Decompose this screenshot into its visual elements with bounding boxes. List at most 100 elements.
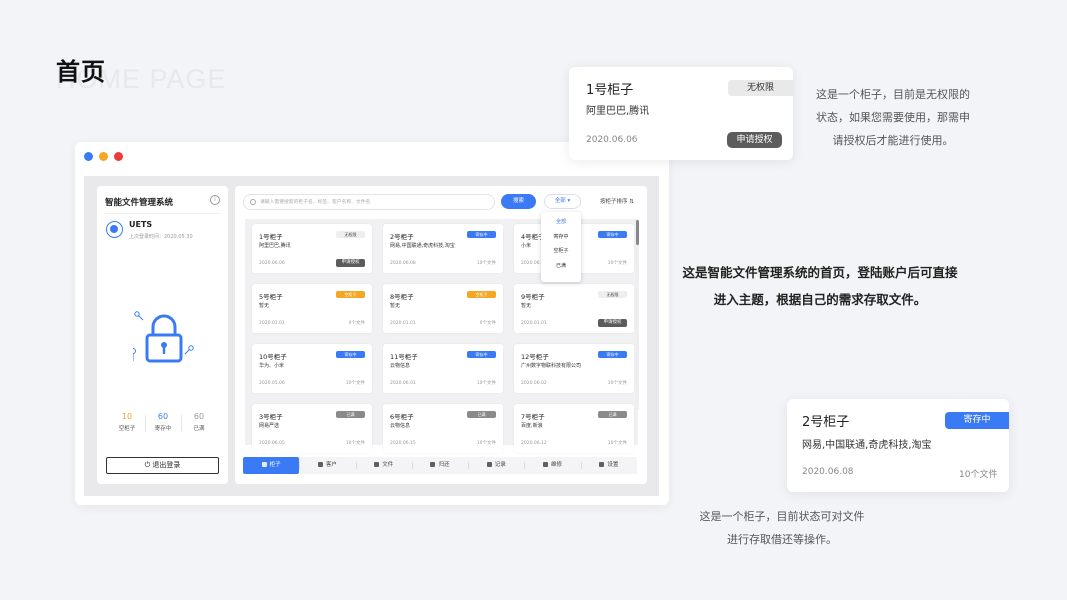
filter-option[interactable]: 全部 bbox=[541, 215, 581, 230]
search-button[interactable]: 搜索 bbox=[501, 194, 536, 209]
cabinet-name: 7号柜子 bbox=[521, 413, 545, 421]
cabinet-card[interactable]: 9号柜子 无权限 暂无 2020.01.01 申请授权 bbox=[514, 284, 634, 333]
gear-icon bbox=[599, 461, 605, 467]
status-badge: 寄存中 bbox=[467, 351, 496, 358]
request-access-button[interactable]: 申请授权 bbox=[598, 319, 627, 327]
cabinet-companies: 暂无 bbox=[390, 303, 401, 309]
record-icon bbox=[486, 461, 492, 467]
cabinet-name: 1号柜子 bbox=[586, 83, 634, 98]
cabinet-card[interactable]: 7号柜子 已满 百度,新浪 2020.06.12 10个文件 bbox=[514, 404, 634, 453]
sort-label: 按柜子排序 bbox=[600, 199, 628, 205]
app-window: 智能文件管理系统 i UETS 上次登录时间：2020.05.30 10 空柜子… bbox=[75, 142, 669, 505]
cabinet-name: 6号柜子 bbox=[390, 413, 414, 421]
search-placeholder: 请输入需要搜索的柜子名、标签、客户名称、文件名 bbox=[260, 200, 371, 205]
logout-button[interactable]: ⏻ 退出登录 bbox=[106, 457, 219, 474]
tab-record[interactable]: 记录 bbox=[468, 457, 524, 474]
tab-return[interactable]: 归还 bbox=[411, 457, 468, 474]
search-input[interactable]: 请输入需要搜索的柜子名、标签、客户名称、文件名 bbox=[243, 194, 495, 210]
cabinet-card[interactable]: 8号柜子 空柜子 暂无 2020.01.01 0个文件 bbox=[383, 284, 503, 333]
callout-card-cabinet-2[interactable]: 2号柜子 寄存中 网易,中国联通,奇虎科技,淘宝 2020.06.08 10个文… bbox=[787, 399, 1009, 492]
tab-gear[interactable]: 设置 bbox=[580, 457, 637, 474]
file-count: 10个文件 bbox=[607, 381, 627, 386]
filter-option[interactable]: 空柜子 bbox=[541, 244, 581, 259]
cabinet-companies: 网易,中国联通,奇虎科技,淘宝 bbox=[802, 440, 932, 451]
cabinet-date: 2020.01.01 bbox=[259, 321, 285, 326]
main-panel: 请输入需要搜索的柜子名、标签、客户名称、文件名 搜索 全部 ▾ 按柜子排序 ⇅ … bbox=[235, 186, 647, 484]
filter-label: 全部 bbox=[554, 198, 566, 204]
status-badge: 寄存中 bbox=[336, 351, 365, 358]
tab-cabinet[interactable]: 柜子 bbox=[243, 457, 300, 474]
cabinet-date: 2020.06.06 bbox=[586, 135, 638, 145]
cabinet-date: 2020.06.01 bbox=[390, 381, 416, 386]
tab-label: 归还 bbox=[438, 462, 450, 468]
scrollbar-track[interactable] bbox=[636, 220, 639, 410]
file-count: 10个文件 bbox=[476, 441, 496, 446]
lock-illustration-icon bbox=[133, 311, 194, 363]
cabinet-card[interactable]: 11号柜子 寄存中 云物信息 2020.06.01 10个文件 bbox=[383, 344, 503, 393]
cabinet-card[interactable]: 5号柜子 空柜子 暂无 2020.01.01 0个文件 bbox=[252, 284, 372, 333]
cabinet-date: 2020.06.12 bbox=[521, 441, 547, 446]
cabinet-name: 8号柜子 bbox=[390, 293, 414, 301]
cabinet-card[interactable]: 10号柜子 寄存中 华为、小米 2020.05.06 10个文件 bbox=[252, 344, 372, 393]
file-count: 0个文件 bbox=[348, 321, 365, 326]
tab-user[interactable]: 客户 bbox=[299, 457, 355, 474]
status-badge: 无权限 bbox=[728, 80, 793, 96]
cabinet-card[interactable]: 3号柜子 已满 网易严选 2020.06.05 10个文件 bbox=[252, 404, 372, 453]
info-icon[interactable]: i bbox=[210, 195, 220, 205]
tab-bar: 柜子 客户 文件 归还 记录 维修 设置 bbox=[243, 457, 637, 474]
avatar[interactable] bbox=[106, 221, 123, 238]
cabinet-card[interactable]: 2号柜子 寄存中 网易,中国联通,奇虎科技,淘宝 2020.06.08 10个文件 bbox=[383, 224, 503, 273]
logout-label: 退出登录 bbox=[152, 461, 181, 469]
request-access-button[interactable]: 申请授权 bbox=[727, 132, 782, 148]
stat-full-value: 60 bbox=[193, 412, 205, 421]
stat-full: 60 已满 bbox=[181, 412, 217, 432]
filter-dropdown: 全部 寄存中 空柜子 已满 bbox=[541, 212, 581, 282]
cabinet-name: 10号柜子 bbox=[259, 353, 287, 361]
cabinet-card[interactable]: 1号柜子 无权限 阿里巴巴,腾讯 2020.06.06 申请授权 bbox=[252, 224, 372, 273]
tab-wrench[interactable]: 维修 bbox=[524, 457, 580, 474]
filter-option[interactable]: 已满 bbox=[541, 259, 581, 274]
cabinet-card[interactable]: 12号柜子 寄存中 广州数字物联科技有限公司 2020.06.02 10个文件 bbox=[514, 344, 634, 393]
stat-stored-value: 60 bbox=[157, 412, 169, 421]
cabinet-name: 9号柜子 bbox=[521, 293, 545, 301]
cabinet-companies: 小米 bbox=[521, 243, 532, 249]
search-icon bbox=[250, 199, 256, 205]
cabinet-name: 1号柜子 bbox=[259, 233, 283, 241]
cabinet-date: 2020.06.02 bbox=[521, 381, 547, 386]
status-badge: 寄存中 bbox=[945, 412, 1009, 429]
stats: 10 空柜子 60 寄存中 60 已满 bbox=[109, 412, 217, 432]
sidebar: 智能文件管理系统 i UETS 上次登录时间：2020.05.30 10 空柜子… bbox=[97, 186, 228, 484]
scrollbar-thumb[interactable] bbox=[636, 220, 639, 245]
cabinet-companies: 阿里巴巴,腾讯 bbox=[259, 243, 291, 249]
cabinet-card[interactable]: 6号柜子 已满 云物信息 2020.06.15 10个文件 bbox=[383, 404, 503, 453]
page-title: 首页 bbox=[56, 58, 106, 86]
request-access-button[interactable]: 申请授权 bbox=[336, 259, 365, 267]
status-badge: 无权限 bbox=[598, 291, 627, 298]
cabinet-date: 2020.01.01 bbox=[390, 321, 416, 326]
cabinet-date: 2020.06.15 bbox=[390, 441, 416, 446]
cabinet-companies: 暂无 bbox=[521, 303, 532, 309]
tab-folder[interactable]: 文件 bbox=[355, 457, 412, 474]
last-login-time: 上次登录时间：2020.05.30 bbox=[129, 234, 193, 240]
cabinet-companies: 百度,新浪 bbox=[521, 423, 543, 429]
caret-down-icon: ▾ bbox=[567, 198, 571, 204]
cabinet-date: 2020.06.05 bbox=[259, 441, 285, 446]
status-badge: 寄存中 bbox=[598, 351, 627, 358]
status-badge: 已满 bbox=[336, 411, 365, 418]
file-count: 10个文件 bbox=[476, 381, 496, 386]
window-dot-orange bbox=[99, 152, 108, 161]
stat-stored: 60 寄存中 bbox=[145, 412, 181, 432]
filter-select[interactable]: 全部 ▾ bbox=[544, 194, 581, 209]
status-badge: 寄存中 bbox=[598, 231, 627, 238]
wrench-icon bbox=[543, 461, 549, 467]
cabinet-name: 12号柜子 bbox=[521, 353, 549, 361]
user-icon bbox=[317, 461, 323, 467]
callout-card-cabinet-1[interactable]: 1号柜子 无权限 阿里巴巴,腾讯 2020.06.06 申请授权 bbox=[569, 67, 793, 160]
cabinet-date: 2020.06.08 bbox=[390, 261, 416, 266]
cabinet-name: 3号柜子 bbox=[259, 413, 283, 421]
filter-option[interactable]: 寄存中 bbox=[541, 230, 581, 245]
sort-button[interactable]: 按柜子排序 ⇅ bbox=[600, 197, 634, 205]
status-badge: 空柜子 bbox=[467, 291, 496, 298]
callout-description-2: 这是一个柜子，目前状态可对文件进行存取借还等操作。 bbox=[699, 510, 865, 546]
window-dot-blue bbox=[84, 152, 93, 161]
